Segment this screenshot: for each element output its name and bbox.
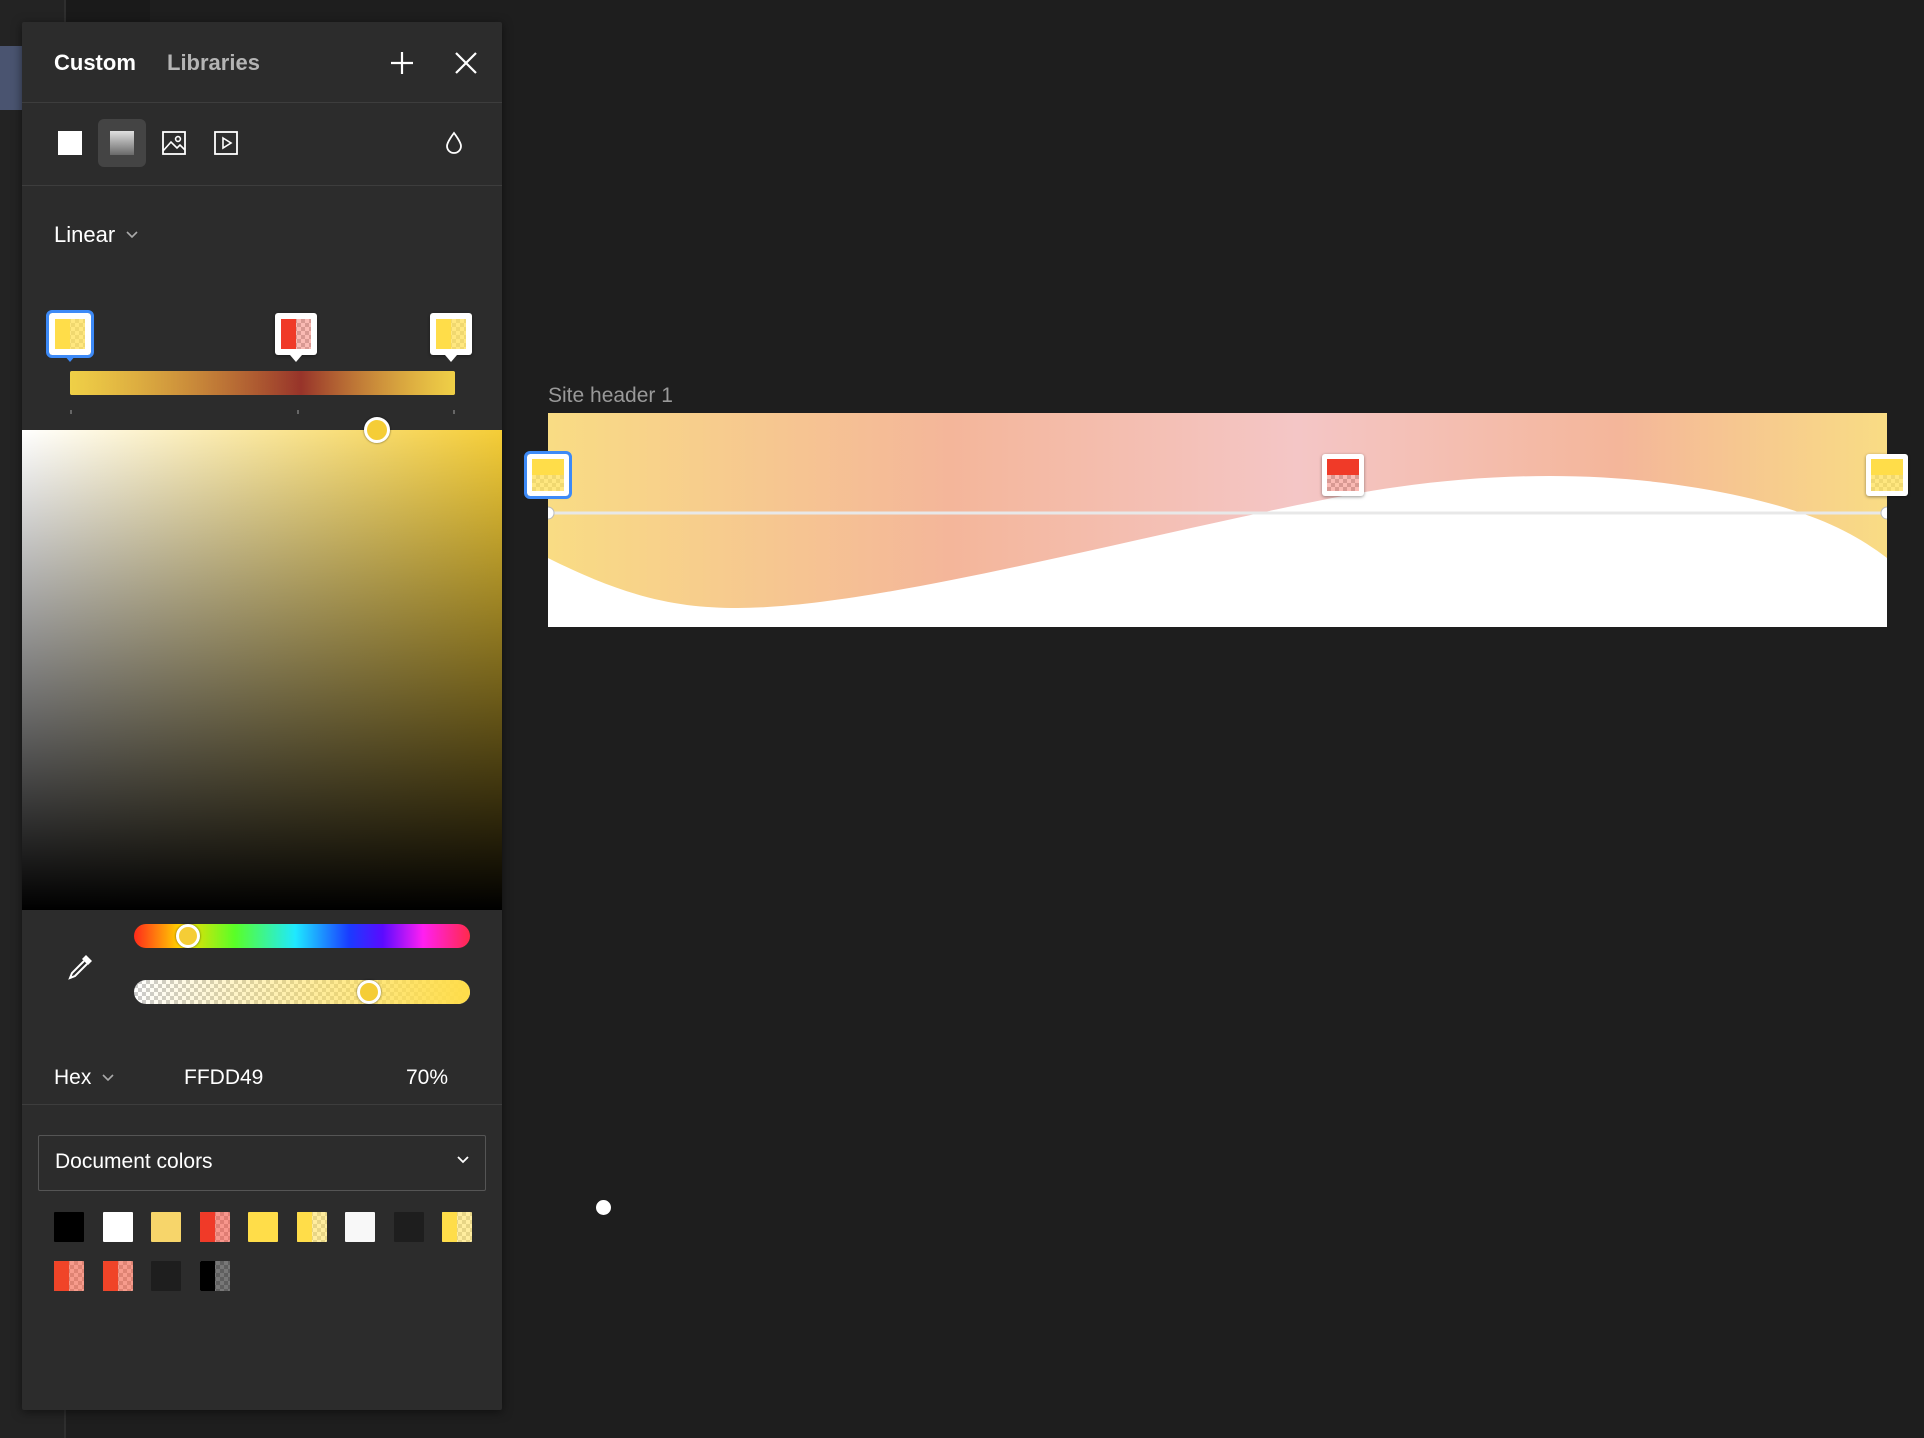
chevron-down-icon	[102, 1074, 114, 1082]
gradient-type-label: Linear	[54, 222, 116, 247]
video-fill-button[interactable]	[202, 119, 250, 167]
stop-swatch	[55, 319, 85, 349]
divider	[22, 1104, 502, 1105]
opacity-slider-fill	[134, 980, 470, 1004]
gradient-stop-1[interactable]	[46, 310, 94, 362]
solid-fill-button[interactable]	[46, 119, 94, 167]
frame-label[interactable]: Site header 1	[548, 384, 673, 408]
eyedropper-button[interactable]	[60, 947, 100, 987]
gradient-fill-button[interactable]	[98, 119, 146, 167]
document-color-swatch[interactable]	[54, 1261, 84, 1291]
stop-swatch	[532, 459, 564, 491]
image-fill-icon	[162, 131, 186, 155]
tab-custom[interactable]: Custom	[54, 50, 136, 76]
document-color-swatch[interactable]	[442, 1212, 472, 1242]
panel-header: Custom Libraries	[22, 22, 502, 103]
video-fill-icon	[214, 131, 238, 155]
stop-swatch	[436, 319, 466, 349]
hue-slider[interactable]	[134, 924, 470, 948]
document-color-swatch[interactable]	[296, 1212, 327, 1242]
image-fill-button[interactable]	[150, 119, 198, 167]
saturation-brightness-picker[interactable]	[22, 417, 502, 910]
canvas-gradient-stop-2[interactable]	[1322, 454, 1364, 496]
saturation-handle[interactable]	[364, 417, 390, 443]
color-mode-label: Hex	[54, 1066, 92, 1089]
document-color-swatch[interactable]	[199, 1212, 230, 1242]
tab-libraries[interactable]: Libraries	[167, 50, 260, 76]
sidebar-selected-item[interactable]	[0, 46, 22, 110]
track-tick	[297, 410, 299, 414]
canvas-gradient-stop-1[interactable]	[524, 451, 572, 499]
opacity-slider-handle[interactable]	[357, 980, 382, 1004]
eyedropper-icon	[68, 955, 92, 980]
document-color-swatch[interactable]	[54, 1212, 84, 1242]
document-color-swatch[interactable]	[345, 1212, 375, 1242]
mouse-cursor	[596, 1200, 611, 1215]
opacity-input[interactable]: 70%	[406, 1066, 448, 1090]
gradient-stop-3[interactable]	[430, 313, 472, 362]
stop-swatch	[281, 319, 311, 349]
track-tick	[453, 410, 455, 414]
stop-swatch	[1327, 459, 1359, 491]
gradient-stop-editor	[22, 287, 502, 427]
drop-icon	[446, 131, 462, 154]
close-icon	[455, 52, 477, 74]
document-color-swatch[interactable]	[102, 1212, 133, 1242]
gradient-stop-2[interactable]	[275, 313, 317, 362]
chevron-down-icon	[457, 1156, 469, 1164]
color-mode-dropdown[interactable]: Hex	[54, 1066, 115, 1090]
document-color-swatch[interactable]	[151, 1212, 181, 1242]
document-color-swatch[interactable]	[248, 1212, 278, 1242]
add-style-button[interactable]	[385, 46, 419, 80]
document-color-swatch[interactable]	[102, 1261, 133, 1291]
gradient-type-dropdown[interactable]: Linear	[54, 222, 139, 248]
document-color-swatch[interactable]	[151, 1261, 181, 1291]
chevron-down-icon	[126, 231, 138, 239]
close-button[interactable]	[449, 46, 483, 80]
plus-icon	[391, 52, 413, 74]
fill-picker-panel: Custom Libraries Linear Hex FFDD49 70% D…	[22, 22, 502, 1410]
solid-fill-icon	[58, 131, 82, 155]
color-value-row: Hex FFDD49 70%	[22, 1050, 502, 1110]
site-header-frame[interactable]	[541, 413, 1894, 627]
library-dropdown[interactable]: Document colors	[38, 1135, 486, 1191]
track-tick	[70, 410, 72, 414]
fill-type-toolbar	[22, 103, 502, 186]
stop-swatch	[1871, 459, 1903, 491]
document-color-swatch[interactable]	[199, 1261, 230, 1291]
hex-input[interactable]: FFDD49	[184, 1066, 263, 1090]
hue-slider-handle[interactable]	[175, 924, 200, 948]
canvas-gradient-stop-3[interactable]	[1866, 454, 1908, 496]
blend-mode-button[interactable]	[430, 119, 478, 167]
opacity-slider[interactable]	[134, 980, 470, 1004]
gradient-preview-track[interactable]	[70, 371, 455, 395]
gradient-fill-icon	[110, 131, 134, 155]
library-dropdown-label: Document colors	[55, 1150, 213, 1173]
site-header-artwork	[541, 413, 1894, 627]
document-color-swatch[interactable]	[393, 1212, 424, 1242]
